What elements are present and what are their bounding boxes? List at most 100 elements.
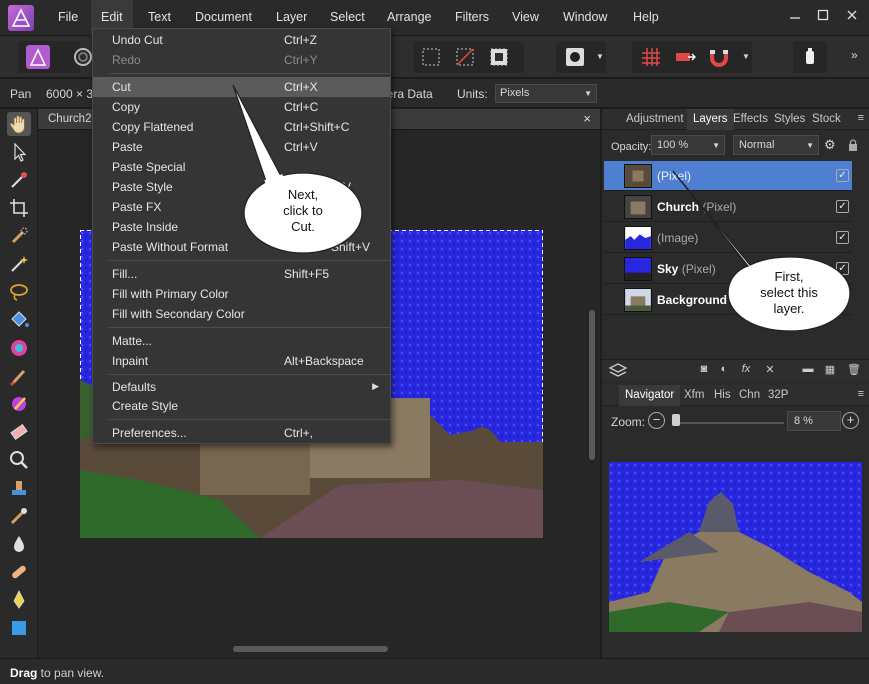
invert-selection-icon[interactable]: [486, 44, 512, 70]
menu-window[interactable]: Window: [563, 10, 607, 24]
menu-fill[interactable]: Fill... Shift+F5: [93, 264, 390, 284]
move-tool-icon[interactable]: [7, 140, 31, 164]
menu-inpaint[interactable]: Inpaint Alt+Backspace: [93, 351, 390, 371]
menu-file[interactable]: File: [58, 10, 78, 24]
deselect-icon[interactable]: [452, 44, 478, 70]
menu-fill-secondary[interactable]: Fill with Secondary Color: [93, 304, 390, 324]
zoom-tool-icon[interactable]: [7, 448, 31, 472]
tab-navigator[interactable]: Navigator: [619, 385, 681, 406]
trash-icon[interactable]: [797, 44, 823, 70]
opacity-field[interactable]: 100 % ▼: [651, 135, 725, 155]
menu-create-style[interactable]: Create Style: [93, 396, 390, 416]
menu-select[interactable]: Select: [330, 10, 365, 24]
menu-cut[interactable]: Cut Ctrl+X: [93, 77, 390, 97]
menu-arrange[interactable]: Arrange: [387, 10, 431, 24]
units-select[interactable]: Pixels ▼: [495, 84, 597, 103]
menu-paste-style[interactable]: Paste Style V: [93, 177, 390, 197]
tab-adjustment[interactable]: Adjustment: [626, 113, 684, 125]
add-pixel-layer-icon[interactable]: ▦: [822, 363, 838, 379]
navigator-preview[interactable]: [609, 462, 862, 632]
chevron-down-icon[interactable]: ▼: [742, 52, 750, 61]
color-replacement-brush-icon[interactable]: [7, 392, 31, 416]
quick-mask-icon[interactable]: [562, 44, 588, 70]
menu-layer[interactable]: Layer: [276, 10, 307, 24]
tab-stock[interactable]: Stock: [812, 113, 841, 125]
color-picker-tool-icon[interactable]: [7, 168, 31, 192]
selection-brush-tool-icon[interactable]: [7, 224, 31, 248]
fill-tool-icon[interactable]: [7, 308, 31, 332]
gear-icon[interactable]: ⚙: [824, 137, 836, 153]
flood-select-tool-icon[interactable]: [7, 252, 31, 276]
photo-persona-icon[interactable]: [25, 44, 51, 70]
lock-icon[interactable]: [848, 139, 858, 152]
pen-tool-icon[interactable]: [7, 588, 31, 612]
menu-matte[interactable]: Matte...: [93, 331, 390, 351]
minimize-icon[interactable]: [788, 8, 802, 22]
tab-styles[interactable]: Styles: [774, 113, 805, 125]
crop-tool-icon[interactable]: [7, 196, 31, 220]
pan-tool-icon[interactable]: [7, 112, 31, 136]
select-all-icon[interactable]: [418, 44, 444, 70]
menu-fill-primary[interactable]: Fill with Primary Color: [93, 284, 390, 304]
assistant-icon[interactable]: [672, 44, 698, 70]
horizontal-scrollbar[interactable]: [38, 641, 585, 657]
menu-filters[interactable]: Filters: [455, 10, 489, 24]
paint-brush-tool-icon[interactable]: [7, 364, 31, 388]
fx-icon[interactable]: fx: [738, 363, 754, 379]
gradient-tool-icon[interactable]: [7, 336, 31, 360]
tab-effects[interactable]: Effects: [733, 113, 768, 125]
menu-paste-fx[interactable]: Paste FX: [93, 197, 390, 217]
menu-document[interactable]: Document: [195, 10, 252, 24]
tab-32p[interactable]: 32P: [768, 389, 788, 401]
layers-stack-icon[interactable]: [608, 362, 628, 380]
healing-brush-tool-icon[interactable]: [7, 560, 31, 584]
menu-text[interactable]: Text: [148, 10, 171, 24]
tab-history[interactable]: His: [714, 389, 731, 401]
panel-menu-icon[interactable]: ≡: [858, 388, 864, 400]
group-layers-icon[interactable]: ▬: [800, 363, 816, 379]
menu-undo-cut[interactable]: Undo Cut Ctrl+Z: [93, 30, 390, 50]
snapping-magnet-icon[interactable]: [706, 44, 732, 70]
menu-preferences[interactable]: Preferences... Ctrl+,: [93, 423, 390, 443]
grid-icon[interactable]: [638, 44, 664, 70]
rectangle-tool-icon[interactable]: [7, 616, 31, 640]
burn-tool-icon[interactable]: [7, 532, 31, 556]
adjustment-icon[interactable]: ◐: [716, 363, 732, 379]
menu-paste-inside[interactable]: Paste Inside: [93, 217, 390, 237]
menu-paste-without-format[interactable]: Paste Without Format Shift+V: [93, 237, 390, 257]
zoom-slider-knob[interactable]: [672, 414, 680, 426]
menu-defaults[interactable]: Defaults ▶: [93, 377, 390, 397]
blend-mode-select[interactable]: Normal ▼: [733, 135, 819, 155]
tab-channels[interactable]: Chn: [739, 389, 760, 401]
horizontal-scrollbar-thumb[interactable]: [233, 646, 388, 652]
toolbar-overflow-icon[interactable]: »: [851, 48, 858, 62]
menu-paste[interactable]: Paste Ctrl+V: [93, 137, 390, 157]
menu-copy[interactable]: Copy Ctrl+C: [93, 97, 390, 117]
chevron-down-icon[interactable]: ▼: [596, 52, 604, 61]
tab-layers[interactable]: Layers: [687, 109, 734, 130]
vertical-scrollbar[interactable]: [585, 130, 600, 642]
blemish-removal-tool-icon[interactable]: [7, 504, 31, 528]
zoom-in-button[interactable]: +: [842, 412, 859, 429]
menu-copy-flattened[interactable]: Copy Flattened Ctrl+Shift+C: [93, 117, 390, 137]
live-filter-icon[interactable]: ✕: [762, 363, 778, 379]
close-document-icon[interactable]: ×: [583, 111, 591, 126]
menu-view[interactable]: View: [512, 10, 539, 24]
freehand-selection-tool-icon[interactable]: [7, 280, 31, 304]
menu-item-label: Fill...: [112, 267, 138, 281]
panel-menu-icon[interactable]: ≡: [858, 112, 864, 124]
clone-brush-tool-icon[interactable]: [7, 476, 31, 500]
menu-item-shortcut: Shift+F5: [284, 267, 330, 281]
maximize-icon[interactable]: [816, 8, 830, 22]
tab-transform[interactable]: Xfm: [684, 389, 704, 401]
mask-layer-icon[interactable]: ◙: [696, 363, 712, 379]
close-window-icon[interactable]: [845, 8, 859, 22]
zoom-field[interactable]: 8 %: [787, 411, 841, 431]
menu-paste-special[interactable]: Paste Special: [93, 157, 390, 177]
zoom-out-button[interactable]: −: [648, 412, 665, 429]
menu-help[interactable]: Help: [633, 10, 659, 24]
erase-brush-tool-icon[interactable]: [7, 420, 31, 444]
delete-layer-icon[interactable]: 🗑: [846, 363, 862, 379]
zoom-slider[interactable]: [674, 422, 784, 424]
vertical-scrollbar-thumb[interactable]: [589, 310, 595, 460]
